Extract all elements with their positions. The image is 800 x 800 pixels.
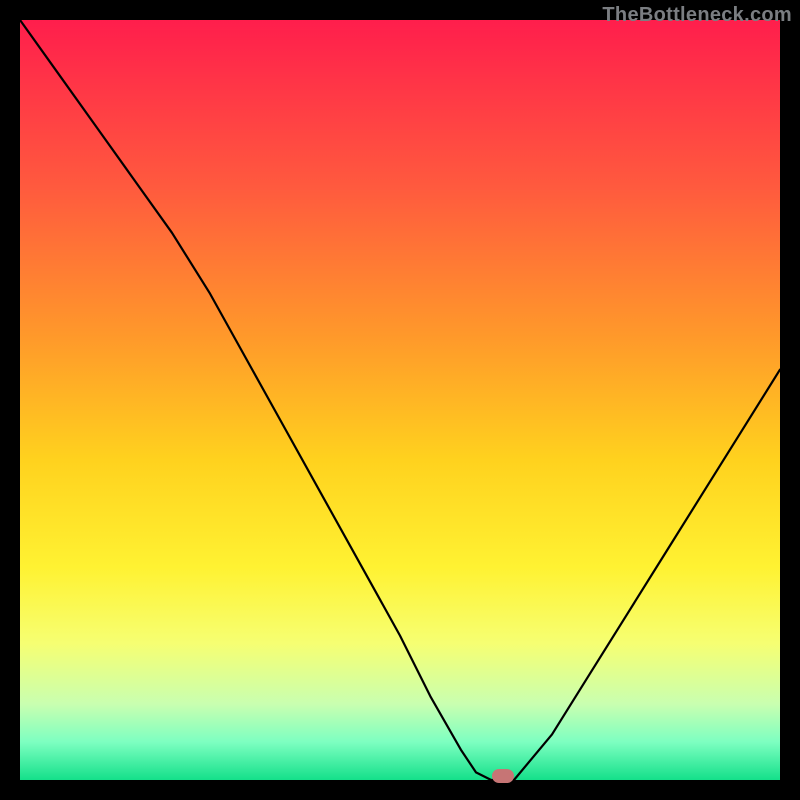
bottleneck-curve — [20, 20, 780, 780]
plot-area — [20, 20, 780, 780]
watermark-label: TheBottleneck.com — [602, 4, 792, 27]
chart-frame: TheBottleneck.com — [0, 0, 800, 800]
optimal-point-marker — [492, 769, 514, 783]
